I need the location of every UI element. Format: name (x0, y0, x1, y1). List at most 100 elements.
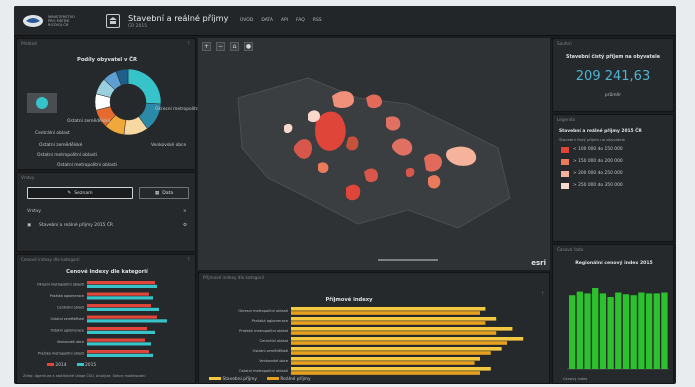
donut-label: Venkovské obce (151, 143, 187, 148)
bar (291, 317, 497, 321)
nav-item[interactable]: DATA (261, 18, 273, 23)
grid-icon: ▦ (154, 190, 160, 196)
legend-item: > 150 000 do 200 000 (573, 159, 623, 164)
panel-title: Příjmové indexy dle kategorií (203, 275, 264, 280)
chart-footnote: Zdroj: Agentura a statistické údaje ČSÚ,… (23, 374, 146, 378)
bar (661, 292, 668, 369)
map-legend-panel: Legenda Stavební a reálné příjmy 2015 ČR… (552, 114, 674, 242)
bar (291, 311, 480, 315)
legend-swatch-icon (561, 171, 569, 177)
legend-label: 2014 (55, 363, 67, 368)
home-extent-button[interactable]: ⌂ (230, 42, 239, 51)
bar (87, 338, 145, 342)
layer-item[interactable]: Stavební a reálné příjmy 2015 ČR (39, 223, 113, 228)
pencil-icon: ✎ (67, 190, 72, 196)
bar (291, 327, 513, 331)
layer-settings-icon[interactable]: ⚙ (183, 223, 187, 228)
legend-swatch-icon (561, 147, 569, 153)
list-button[interactable]: ✎ Seznam (27, 187, 133, 199)
bar (584, 293, 591, 369)
panel-title: Souhrn (557, 41, 572, 46)
legend-item: Stavební příjmy (209, 377, 257, 382)
bar (645, 293, 653, 369)
header-bar: MINISTERSTVO PRO MÍSTNÍ ROZVOJ ČR Staveb… (14, 6, 676, 36)
regional-index-panel: Časová řada Regionální cenový index 2015… (552, 244, 674, 384)
app-titles: Stavební a reálné příjmy ČR 2015 (128, 12, 229, 29)
bar (291, 367, 491, 371)
category-label: Centrální oblast (57, 306, 85, 310)
layer-checkbox-icon[interactable]: ▣ (27, 223, 31, 228)
nav-item[interactable]: ÚVOD (240, 18, 253, 23)
donut-label: Ostatní metropolitní oblasti (37, 153, 98, 158)
category-bar-chart: Okresní metropolitní oblasti Pražská aglo… (37, 281, 167, 357)
bar (615, 292, 622, 369)
bar (87, 281, 155, 285)
chart-title: Regionální cenový index 2015 (575, 261, 653, 266)
bar (291, 357, 480, 361)
chart-footnote: Cenový index (563, 377, 588, 381)
kpi-panel: Souhrn Stavební čistý příjem na obyvatel… (552, 38, 674, 112)
nav-item[interactable]: RSS (313, 18, 322, 23)
nav-item[interactable]: API (281, 18, 288, 23)
bar (291, 351, 491, 355)
chart-title: Cenové indexy dle kategorií (66, 269, 148, 275)
top-nav: ÚVOD DATA API FAQ RSS (240, 18, 322, 23)
bar (599, 293, 607, 369)
zoom-out-button[interactable]: − (216, 42, 225, 51)
bar (638, 292, 645, 369)
donut-label: Ostatní zemědělské (39, 143, 83, 148)
locate-button[interactable]: ● (244, 42, 253, 51)
donut-label: Centrální oblast (35, 131, 70, 136)
category-label: Okresní metropolitní oblasti (238, 309, 288, 313)
layers-panel: Vrstvy ✎ Seznam ▦ Data Vrstvy × ▣ Staveb… (16, 172, 196, 252)
panel-title: Časová řada (557, 247, 584, 252)
bar (87, 342, 151, 346)
legend-item: > 200 000 do 250 000 (573, 171, 623, 176)
income-bar-chart: Okresní metropolitní oblasti Pražská aglo… (238, 307, 524, 375)
map-view[interactable]: + − ⌂ ● esri (198, 38, 550, 270)
chart-legend: 2014 2015 (47, 363, 96, 368)
esri-attribution[interactable]: esri (531, 259, 546, 267)
panel-title: Přehled (21, 41, 37, 46)
organization-name: MINISTERSTVO PRO MÍSTNÍ ROZVOJ ČR (48, 15, 96, 27)
category-label: Ostatní aglomerace (51, 329, 84, 333)
income-index-panel: Příjmové indexy dle kategorií Příjmové i… (198, 272, 550, 384)
ministry-logo-icon (23, 14, 43, 27)
donut-title: Podíly obyvatel v ČR (77, 57, 137, 63)
legend-label: Stavební příjmy (222, 377, 257, 382)
legend-subtitle: Stavební čistý příjem na obyvatele (559, 137, 625, 142)
close-icon[interactable]: × (183, 209, 187, 214)
legend-item: < 100 000 do 150 000 (573, 147, 623, 152)
category-label: Ostatní metropolitní oblasti (239, 369, 288, 373)
kpi-label: Stavební čistý příjem na obyvatele (566, 55, 660, 60)
bar (291, 331, 497, 335)
category-label: Okresní metropolitní oblasti (37, 283, 84, 287)
bar (291, 371, 480, 375)
bar (87, 296, 153, 300)
data-button[interactable]: ▦ Data (139, 187, 189, 199)
legend-item: > 250 000 do 350 000 (573, 183, 623, 188)
menu-icon[interactable]: ⋮ (187, 41, 191, 46)
menu-icon[interactable]: ⋮ (187, 257, 191, 262)
app-home-icon[interactable] (106, 13, 120, 28)
bar (607, 297, 614, 369)
data-button-label: Data (162, 190, 174, 196)
bar (291, 341, 507, 345)
legend-item: 2014 (47, 363, 67, 368)
donut-chart (94, 68, 162, 136)
bar (630, 295, 637, 369)
legend-thumb-icon (27, 93, 57, 113)
bar (291, 347, 502, 351)
bar (592, 288, 599, 369)
category-label: Ostatní zemědělské (51, 317, 84, 321)
menu-icon[interactable]: ⋮ (541, 291, 545, 296)
zoom-in-button[interactable]: + (202, 42, 211, 51)
category-label: Centrální oblast (260, 339, 289, 343)
donut-panel: Přehled Podíly obyvatel v ČR ⋮ Okresní m… (16, 38, 215, 170)
app-title: Stavební a reálné příjmy (128, 12, 229, 23)
category-label: Pražská metropolitní oblast (239, 329, 288, 333)
kpi-value: 209 241,63 (575, 69, 651, 84)
app-subtitle: ČR 2015 (128, 23, 148, 29)
nav-item[interactable]: FAQ (296, 18, 305, 23)
legend-item: Reálné příjmy (267, 377, 311, 382)
